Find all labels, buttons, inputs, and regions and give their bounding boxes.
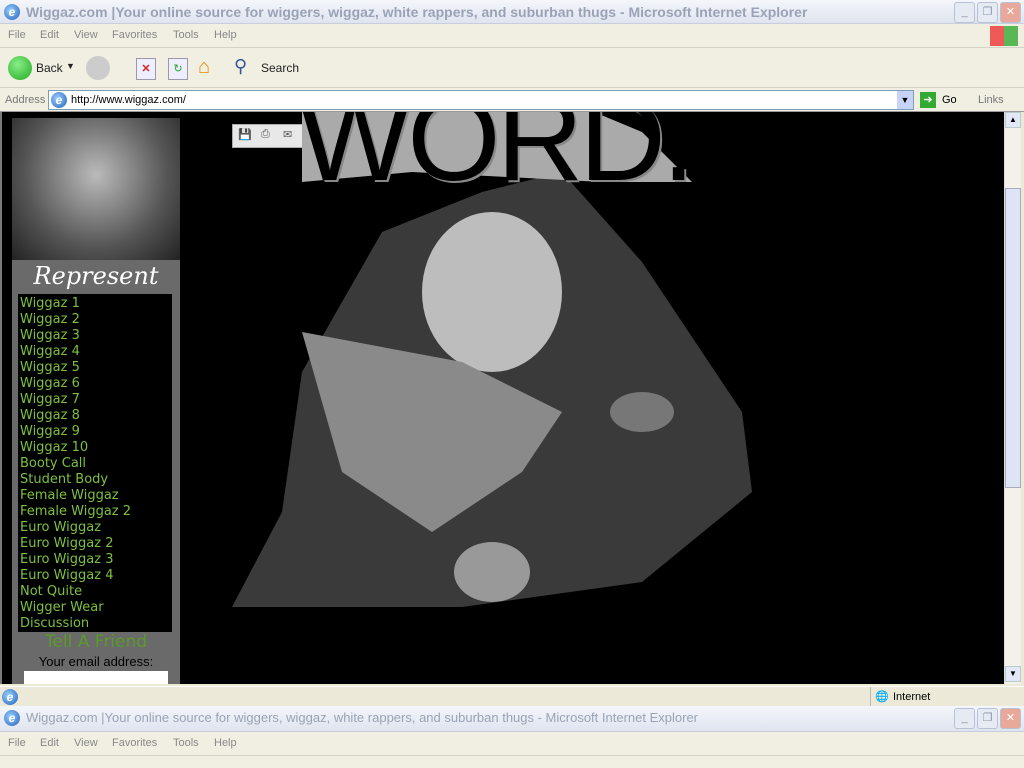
address-label: Address (5, 94, 46, 106)
zone-panel: 🌐 Internet (870, 687, 1020, 707)
zone-label: Internet (893, 691, 931, 703)
page-icon: e (51, 92, 67, 108)
ie-icon: e (4, 710, 20, 726)
window-title: Wiggaz.com |Your online source for wigge… (26, 710, 699, 725)
second-toolbar (0, 756, 1024, 768)
back-button[interactable]: Back (36, 61, 63, 75)
refresh-icon[interactable]: ↻ (168, 58, 188, 80)
word-overlay: WORD. (298, 112, 695, 206)
second-menu-bar: File Edit View Favorites Tools Help (0, 732, 1024, 756)
page-content: 💾 ⎙ ✉ Represent Wiggaz 1 Wiggaz 2 Wiggaz 3… (0, 112, 1004, 684)
globe-icon: 🌐 (875, 691, 889, 703)
go-button[interactable]: Go (942, 94, 957, 106)
back-icon[interactable] (8, 56, 32, 80)
close-button[interactable]: ✕ (1000, 2, 1021, 23)
menu-tools[interactable]: Tools (173, 29, 199, 41)
toolbar: Back ▼ ✕ ↻ ⌂ ⚲ Search (0, 48, 1024, 88)
window-title: Wiggaz.com |Your online source for wigge… (26, 4, 808, 20)
stop-icon[interactable]: ✕ (136, 58, 156, 80)
home-icon[interactable]: ⌂ (198, 56, 222, 80)
menu-file[interactable]: File (8, 737, 26, 749)
forward-icon[interactable] (86, 56, 110, 80)
second-title-bar: e Wiggaz.com |Your online source for wig… (0, 706, 1024, 732)
menu-edit[interactable]: Edit (40, 737, 59, 749)
menu-bar: File Edit View Favorites Tools Help (0, 24, 1024, 48)
links-button[interactable]: Links (978, 94, 1004, 106)
vertical-scrollbar[interactable]: ▲ ▼ (1004, 112, 1021, 684)
address-bar: Address e http://www.wiggaz.com/ ▼ ➜ Go … (0, 88, 1024, 112)
scroll-down-icon[interactable]: ▼ (1005, 666, 1021, 682)
status-page-icon: e (2, 689, 18, 705)
close-button[interactable]: ✕ (1000, 708, 1021, 729)
search-icon[interactable]: ⚲ (234, 56, 247, 77)
menu-view[interactable]: View (74, 737, 98, 749)
minimize-button[interactable]: _ (954, 708, 975, 729)
scroll-up-icon[interactable]: ▲ (1005, 112, 1021, 128)
menu-edit[interactable]: Edit (40, 29, 59, 41)
menu-favorites[interactable]: Favorites (112, 29, 157, 41)
restore-button[interactable]: ❐ (977, 708, 998, 729)
menu-help[interactable]: Help (214, 737, 237, 749)
minimize-button[interactable]: _ (954, 2, 975, 23)
menu-help[interactable]: Help (214, 29, 237, 41)
back-dropdown-icon[interactable]: ▼ (66, 61, 75, 71)
menu-favorites[interactable]: Favorites (112, 737, 157, 749)
address-dropdown-icon[interactable]: ▼ (897, 91, 913, 109)
address-input[interactable]: e http://www.wiggaz.com/ ▼ (48, 90, 914, 110)
windows-logo (990, 26, 1018, 46)
menu-tools[interactable]: Tools (173, 737, 199, 749)
restore-button[interactable]: ❐ (977, 2, 998, 23)
scroll-thumb[interactable] (1005, 188, 1021, 488)
title-bar: e Wiggaz.com |Your online source for wig… (0, 0, 1024, 24)
go-icon[interactable]: ➜ (920, 92, 936, 108)
menu-file[interactable]: File (8, 29, 26, 41)
address-url: http://www.wiggaz.com/ (71, 94, 186, 106)
ie-icon: e (4, 4, 20, 20)
status-bar: e 🌐 Internet (0, 686, 1024, 707)
menu-view[interactable]: View (74, 29, 98, 41)
search-button[interactable]: Search (261, 61, 299, 75)
